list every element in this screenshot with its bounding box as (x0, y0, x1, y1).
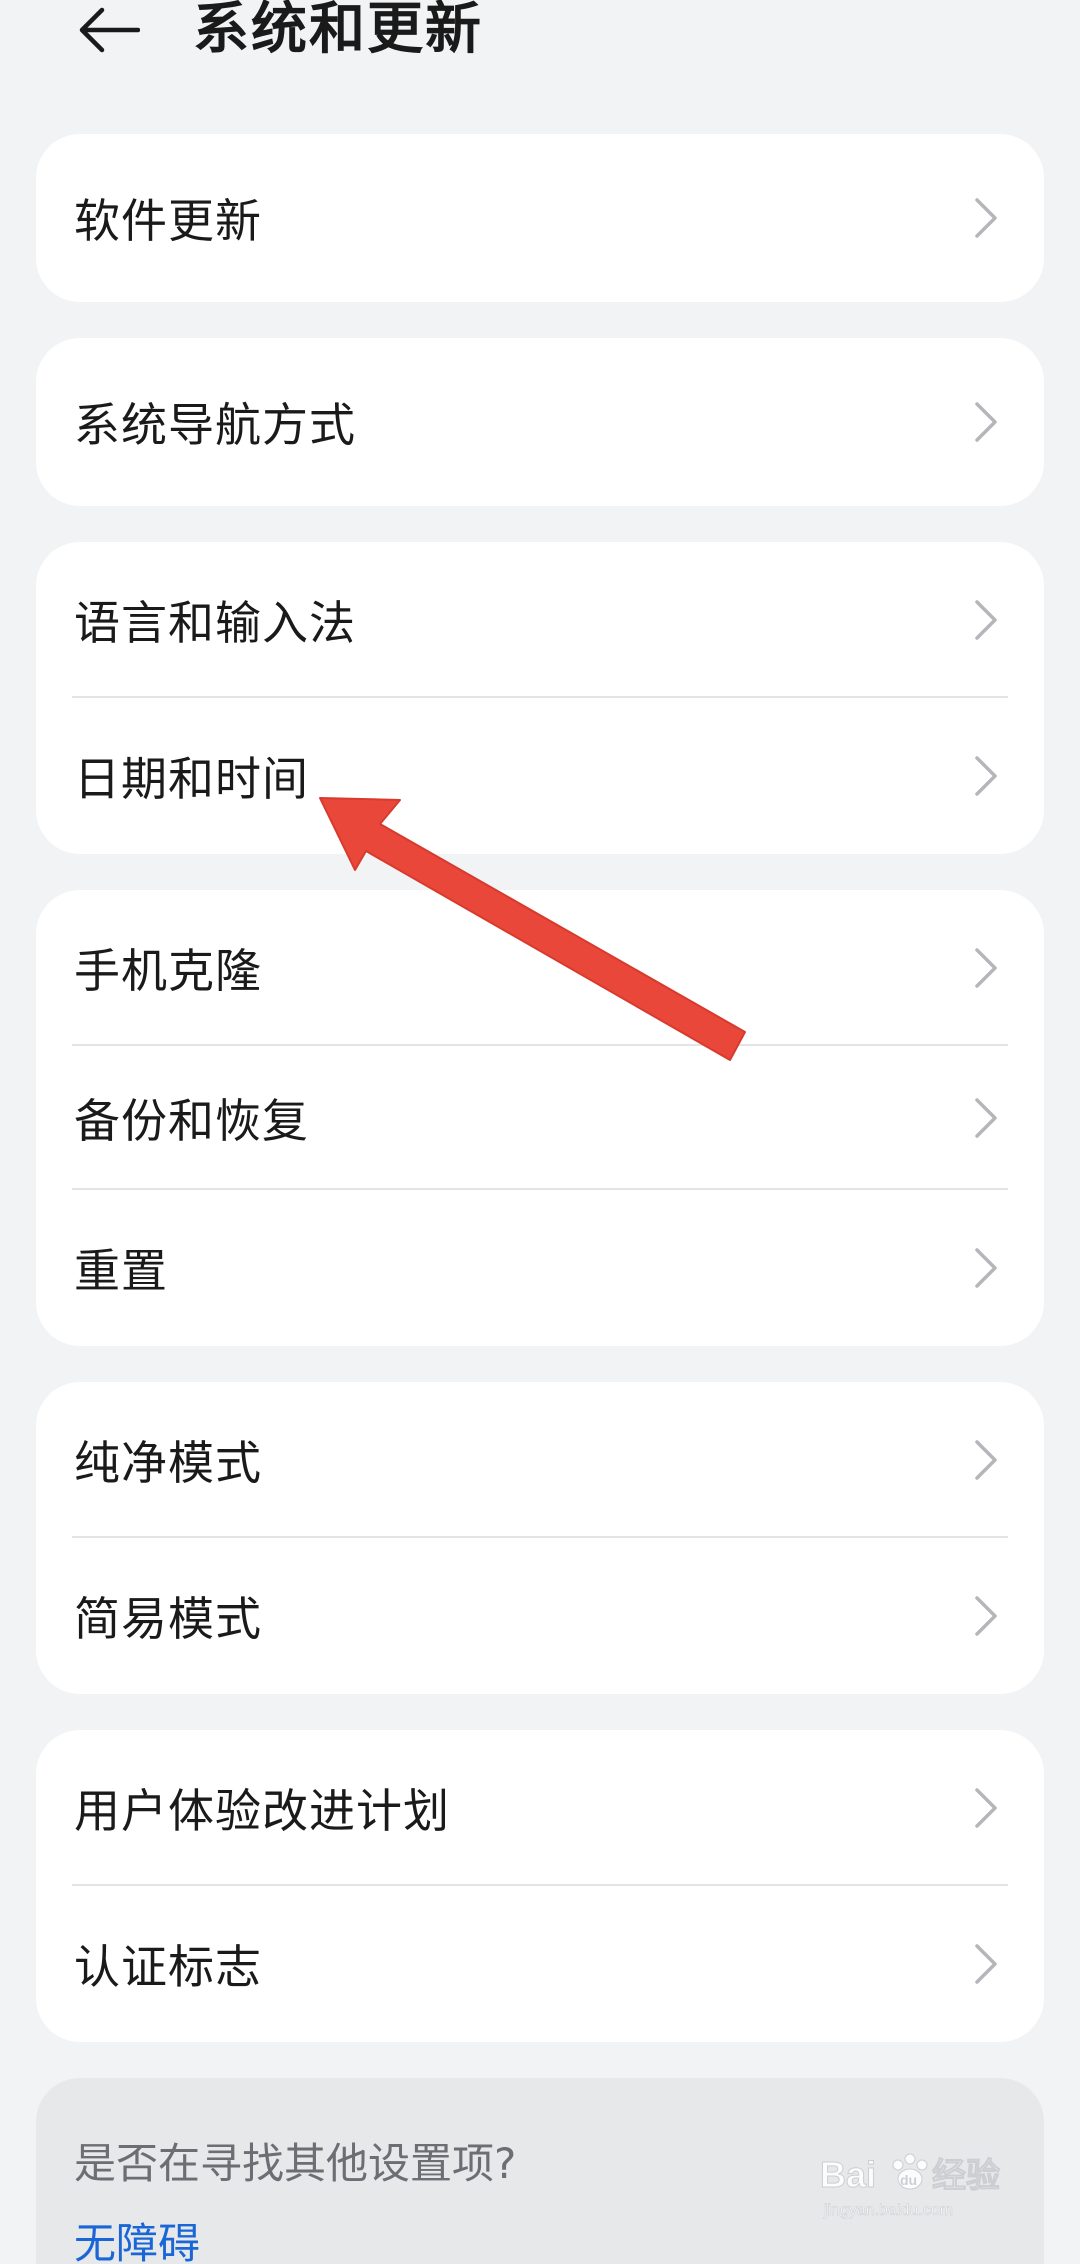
list-item-reset[interactable]: 重置 (36, 1190, 1044, 1346)
card-system-navigation: 系统导航方式 (36, 338, 1044, 506)
chevron-right-icon (966, 392, 1006, 452)
list-item-user-experience[interactable]: 用户体验改进计划 (36, 1730, 1044, 1886)
card-software-update: 软件更新 (36, 134, 1044, 302)
list-item-software-update[interactable]: 软件更新 (36, 134, 1044, 302)
list-item-language-input[interactable]: 语言和输入法 (36, 542, 1044, 698)
chevron-right-icon (966, 1430, 1006, 1490)
arrow-left-icon (79, 7, 140, 53)
chevron-right-icon (966, 746, 1006, 806)
svg-text:经验: 经验 (932, 2156, 1000, 2196)
row-label: 重置 (74, 1244, 168, 1298)
card-language-datetime: 语言和输入法 日期和时间 (36, 542, 1044, 854)
chevron-right-icon (966, 188, 1006, 248)
row-label: 简易模式 (74, 1592, 262, 1646)
list-item-pure-mode[interactable]: 纯净模式 (36, 1382, 1044, 1538)
chevron-right-icon (966, 1088, 1006, 1148)
svg-text:du: du (900, 2172, 917, 2188)
row-label: 系统导航方式 (74, 398, 356, 452)
page-title: 系统和更新 (193, 0, 483, 62)
row-label: 用户体验改进计划 (74, 1784, 450, 1838)
list-item-certification[interactable]: 认证标志 (36, 1886, 1044, 2042)
list-item-simple-mode[interactable]: 简易模式 (36, 1538, 1044, 1694)
list-item-phone-clone[interactable]: 手机克隆 (36, 890, 1044, 1046)
row-label: 备份和恢复 (74, 1094, 309, 1148)
accessibility-link[interactable]: 无障碍 (74, 2210, 200, 2264)
suggestion-question: 是否在寻找其他设置项? (74, 2139, 517, 2188)
settings-page: 系统和更新 软件更新 系统导航方式 语言和输入法 日期和时间 手机克隆 备份和恢… (0, 0, 1080, 2264)
row-label: 软件更新 (74, 194, 262, 248)
list-item-system-navigation[interactable]: 系统导航方式 (36, 338, 1044, 506)
baidu-jingyan-watermark: Bai du 经验 jingyan.baidu.com (820, 2145, 1020, 2225)
chevron-right-icon (966, 1934, 1006, 1994)
list-item-backup-restore[interactable]: 备份和恢复 (36, 1046, 1044, 1190)
svg-text:Bai: Bai (820, 2154, 876, 2195)
chevron-right-icon (966, 590, 1006, 650)
row-label: 认证标志 (74, 1940, 262, 1994)
row-label: 语言和输入法 (74, 596, 356, 650)
card-pure-simple-mode: 纯净模式 简易模式 (36, 1382, 1044, 1694)
row-label: 手机克隆 (74, 944, 262, 998)
chevron-right-icon (966, 1238, 1006, 1298)
chevron-right-icon (966, 1586, 1006, 1646)
chevron-right-icon (966, 1778, 1006, 1838)
chevron-right-icon (966, 938, 1006, 998)
svg-text:jingyan.baidu.com: jingyan.baidu.com (823, 2202, 953, 2219)
row-label: 纯净模式 (74, 1436, 262, 1490)
row-label: 日期和时间 (74, 752, 309, 806)
card-clone-backup-reset: 手机克隆 备份和恢复 重置 (36, 890, 1044, 1346)
back-button[interactable] (72, 0, 144, 60)
list-item-date-time[interactable]: 日期和时间 (36, 698, 1044, 854)
header-bar: 系统和更新 (0, 0, 1080, 80)
card-experience-certification: 用户体验改进计划 认证标志 (36, 1730, 1044, 2042)
